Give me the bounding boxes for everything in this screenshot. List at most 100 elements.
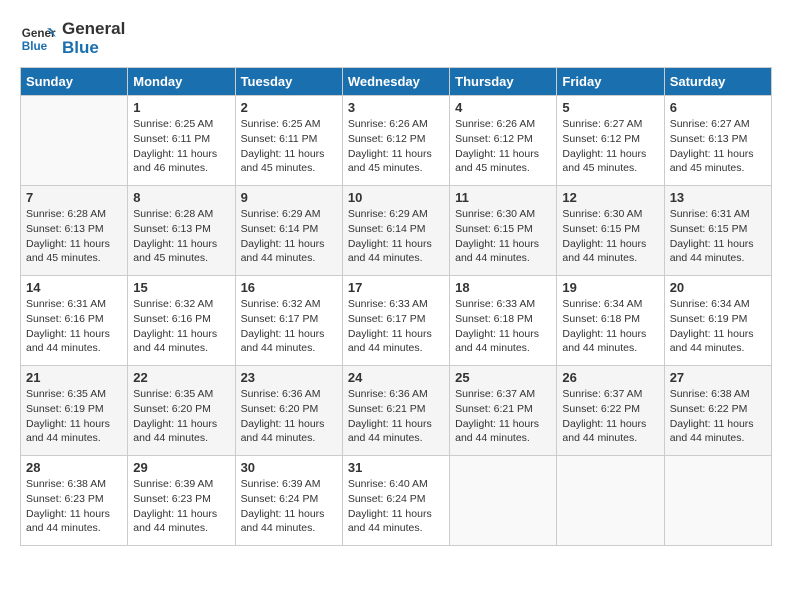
day-number: 7 bbox=[26, 190, 122, 205]
day-number: 31 bbox=[348, 460, 444, 475]
day-number: 10 bbox=[348, 190, 444, 205]
day-number: 19 bbox=[562, 280, 658, 295]
day-number: 1 bbox=[133, 100, 229, 115]
day-info: Sunrise: 6:28 AMSunset: 6:13 PMDaylight:… bbox=[26, 207, 122, 266]
day-number: 5 bbox=[562, 100, 658, 115]
calendar-table: SundayMondayTuesdayWednesdayThursdayFrid… bbox=[20, 67, 772, 546]
day-number: 18 bbox=[455, 280, 551, 295]
calendar-cell: 5 Sunrise: 6:27 AMSunset: 6:12 PMDaylight… bbox=[557, 96, 664, 186]
calendar-cell: 8Sunrise: 6:28 AMSunset: 6:13 PMDaylight… bbox=[128, 186, 235, 276]
calendar-cell: 27 Sunrise: 6:38 AMSunset: 6:22 PMDayligh… bbox=[664, 366, 771, 456]
day-info: Sunrise: 6:26 AMSunset: 6:12 PMDaylight:… bbox=[455, 117, 551, 176]
day-info: Sunrise: 6:29 AMSunset: 6:14 PMDaylight:… bbox=[241, 207, 337, 266]
calendar-cell: 26 Sunrise: 6:37 AMSunset: 6:22 PMDayligh… bbox=[557, 366, 664, 456]
day-info: Sunrise: 6:36 AMSunset: 6:21 PMDaylight:… bbox=[348, 387, 444, 446]
calendar-cell: 3 Sunrise: 6:26 AMSunset: 6:12 PMDaylight… bbox=[342, 96, 449, 186]
calendar-cell bbox=[450, 456, 557, 546]
calendar-cell: 6 Sunrise: 6:27 AMSunset: 6:13 PMDaylight… bbox=[664, 96, 771, 186]
calendar-body: 1Sunrise: 6:25 AMSunset: 6:11 PMDaylight… bbox=[21, 96, 772, 546]
day-info: Sunrise: 6:40 AMSunset: 6:24 PMDaylight:… bbox=[348, 477, 444, 536]
calendar-week-2: 7 Sunrise: 6:28 AMSunset: 6:13 PMDaylight… bbox=[21, 186, 772, 276]
day-info: Sunrise: 6:34 AMSunset: 6:18 PMDaylight:… bbox=[562, 297, 658, 356]
day-number: 25 bbox=[455, 370, 551, 385]
calendar-week-3: 14Sunrise: 6:31 AMSunset: 6:16 PMDayligh… bbox=[21, 276, 772, 366]
calendar-cell: 12 Sunrise: 6:30 AMSunset: 6:15 PMDayligh… bbox=[557, 186, 664, 276]
day-info: Sunrise: 6:27 AMSunset: 6:12 PMDaylight:… bbox=[562, 117, 658, 176]
calendar-week-4: 21 Sunrise: 6:35 AMSunset: 6:19 PMDayligh… bbox=[21, 366, 772, 456]
column-header-thursday: Thursday bbox=[450, 68, 557, 96]
calendar-cell: 4 Sunrise: 6:26 AMSunset: 6:12 PMDaylight… bbox=[450, 96, 557, 186]
column-header-wednesday: Wednesday bbox=[342, 68, 449, 96]
day-number: 20 bbox=[670, 280, 766, 295]
day-number: 28 bbox=[26, 460, 122, 475]
day-info: Sunrise: 6:39 AMSunset: 6:23 PMDaylight:… bbox=[133, 477, 229, 536]
day-number: 29 bbox=[133, 460, 229, 475]
calendar-cell: 23 Sunrise: 6:36 AMSunset: 6:20 PMDayligh… bbox=[235, 366, 342, 456]
calendar-cell: 2Sunrise: 6:25 AMSunset: 6:11 PMDaylight… bbox=[235, 96, 342, 186]
calendar-cell: 18Sunrise: 6:33 AMSunset: 6:18 PMDayligh… bbox=[450, 276, 557, 366]
day-number: 27 bbox=[670, 370, 766, 385]
logo-blue: Blue bbox=[62, 39, 125, 58]
calendar-cell: 11 Sunrise: 6:30 AMSunset: 6:15 PMDayligh… bbox=[450, 186, 557, 276]
calendar-header: SundayMondayTuesdayWednesdayThursdayFrid… bbox=[21, 68, 772, 96]
column-header-saturday: Saturday bbox=[664, 68, 771, 96]
calendar-cell: 7 Sunrise: 6:28 AMSunset: 6:13 PMDaylight… bbox=[21, 186, 128, 276]
calendar-cell: 17 Sunrise: 6:33 AMSunset: 6:17 PMDayligh… bbox=[342, 276, 449, 366]
column-header-sunday: Sunday bbox=[21, 68, 128, 96]
day-number: 16 bbox=[241, 280, 337, 295]
day-number: 21 bbox=[26, 370, 122, 385]
calendar-cell bbox=[21, 96, 128, 186]
day-info: Sunrise: 6:26 AMSunset: 6:12 PMDaylight:… bbox=[348, 117, 444, 176]
day-info: Sunrise: 6:36 AMSunset: 6:20 PMDaylight:… bbox=[241, 387, 337, 446]
day-info: Sunrise: 6:31 AMSunset: 6:15 PMDaylight:… bbox=[670, 207, 766, 266]
calendar-cell: 14Sunrise: 6:31 AMSunset: 6:16 PMDayligh… bbox=[21, 276, 128, 366]
day-info: Sunrise: 6:29 AMSunset: 6:14 PMDaylight:… bbox=[348, 207, 444, 266]
day-number: 23 bbox=[241, 370, 337, 385]
calendar-cell: 15Sunrise: 6:32 AMSunset: 6:16 PMDayligh… bbox=[128, 276, 235, 366]
calendar-week-5: 28Sunrise: 6:38 AMSunset: 6:23 PMDayligh… bbox=[21, 456, 772, 546]
column-header-friday: Friday bbox=[557, 68, 664, 96]
day-number: 9 bbox=[241, 190, 337, 205]
day-info: Sunrise: 6:34 AMSunset: 6:19 PMDaylight:… bbox=[670, 297, 766, 356]
day-info: Sunrise: 6:27 AMSunset: 6:13 PMDaylight:… bbox=[670, 117, 766, 176]
calendar-cell: 10 Sunrise: 6:29 AMSunset: 6:14 PMDayligh… bbox=[342, 186, 449, 276]
calendar-cell: 28Sunrise: 6:38 AMSunset: 6:23 PMDayligh… bbox=[21, 456, 128, 546]
day-number: 14 bbox=[26, 280, 122, 295]
day-info: Sunrise: 6:37 AMSunset: 6:21 PMDaylight:… bbox=[455, 387, 551, 446]
day-number: 3 bbox=[348, 100, 444, 115]
calendar-cell: 25 Sunrise: 6:37 AMSunset: 6:21 PMDayligh… bbox=[450, 366, 557, 456]
day-info: Sunrise: 6:33 AMSunset: 6:17 PMDaylight:… bbox=[348, 297, 444, 356]
day-info: Sunrise: 6:37 AMSunset: 6:22 PMDaylight:… bbox=[562, 387, 658, 446]
calendar-cell: 1Sunrise: 6:25 AMSunset: 6:11 PMDaylight… bbox=[128, 96, 235, 186]
column-header-tuesday: Tuesday bbox=[235, 68, 342, 96]
svg-text:Blue: Blue bbox=[22, 39, 48, 52]
day-number: 26 bbox=[562, 370, 658, 385]
day-info: Sunrise: 6:35 AMSunset: 6:19 PMDaylight:… bbox=[26, 387, 122, 446]
calendar-cell: 20 Sunrise: 6:34 AMSunset: 6:19 PMDayligh… bbox=[664, 276, 771, 366]
day-number: 12 bbox=[562, 190, 658, 205]
column-header-monday: Monday bbox=[128, 68, 235, 96]
calendar-cell: 22Sunrise: 6:35 AMSunset: 6:20 PMDayligh… bbox=[128, 366, 235, 456]
day-number: 15 bbox=[133, 280, 229, 295]
calendar-cell: 24Sunrise: 6:36 AMSunset: 6:21 PMDayligh… bbox=[342, 366, 449, 456]
calendar-cell: 29 Sunrise: 6:39 AMSunset: 6:23 PMDayligh… bbox=[128, 456, 235, 546]
day-info: Sunrise: 6:39 AMSunset: 6:24 PMDaylight:… bbox=[241, 477, 337, 536]
calendar-cell: 13 Sunrise: 6:31 AMSunset: 6:15 PMDayligh… bbox=[664, 186, 771, 276]
day-info: Sunrise: 6:38 AMSunset: 6:22 PMDaylight:… bbox=[670, 387, 766, 446]
logo-general: General bbox=[62, 20, 125, 39]
day-number: 2 bbox=[241, 100, 337, 115]
day-number: 11 bbox=[455, 190, 551, 205]
day-number: 6 bbox=[670, 100, 766, 115]
calendar-cell: 16Sunrise: 6:32 AMSunset: 6:17 PMDayligh… bbox=[235, 276, 342, 366]
day-info: Sunrise: 6:35 AMSunset: 6:20 PMDaylight:… bbox=[133, 387, 229, 446]
calendar-cell: 31 Sunrise: 6:40 AMSunset: 6:24 PMDayligh… bbox=[342, 456, 449, 546]
day-number: 13 bbox=[670, 190, 766, 205]
day-number: 30 bbox=[241, 460, 337, 475]
logo-icon: General Blue bbox=[20, 21, 56, 57]
day-info: Sunrise: 6:30 AMSunset: 6:15 PMDaylight:… bbox=[455, 207, 551, 266]
calendar-cell: 30 Sunrise: 6:39 AMSunset: 6:24 PMDayligh… bbox=[235, 456, 342, 546]
day-info: Sunrise: 6:30 AMSunset: 6:15 PMDaylight:… bbox=[562, 207, 658, 266]
day-number: 4 bbox=[455, 100, 551, 115]
day-number: 17 bbox=[348, 280, 444, 295]
calendar-cell bbox=[557, 456, 664, 546]
